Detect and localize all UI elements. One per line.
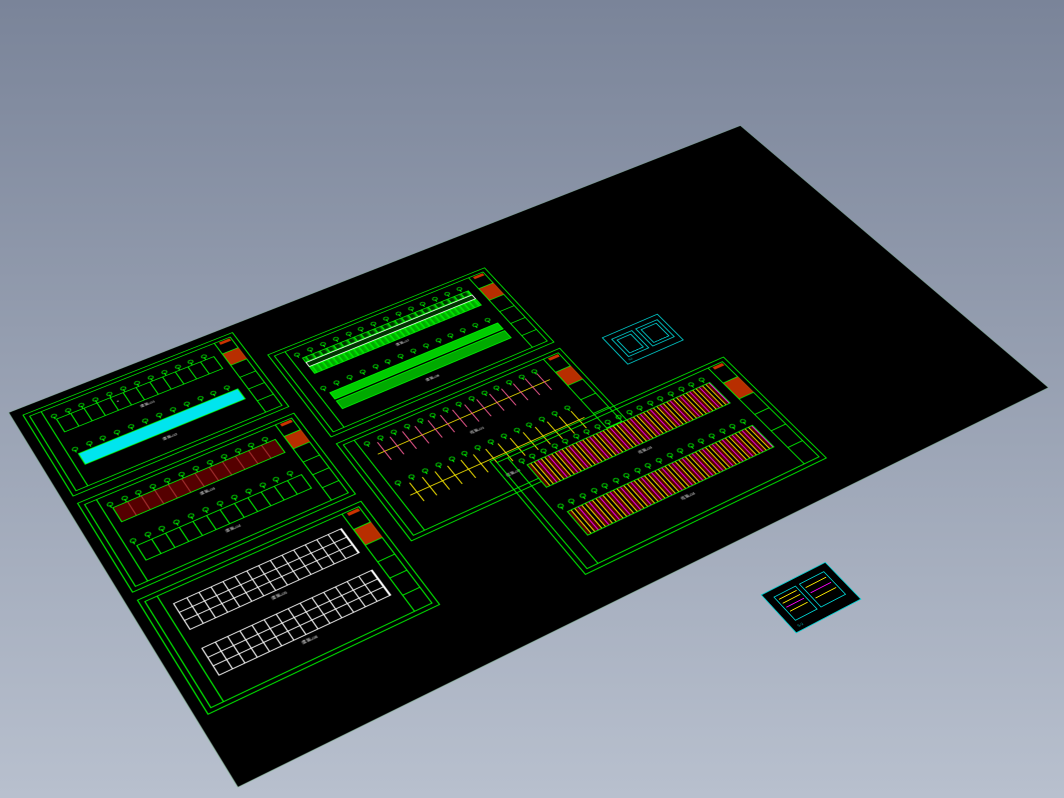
mini-sheet-1[interactable]: S-1 [602,314,684,365]
mini-tag: S-1 [628,357,634,361]
viewport-3d[interactable]: ◄ 建施-01 建施-02 [0,0,1064,798]
model-canvas[interactable]: ◄ 建施-01 建施-02 [9,126,1048,787]
mini-sheet-2[interactable]: S-2 [761,562,862,634]
mini-tag: S-2 [796,622,804,628]
